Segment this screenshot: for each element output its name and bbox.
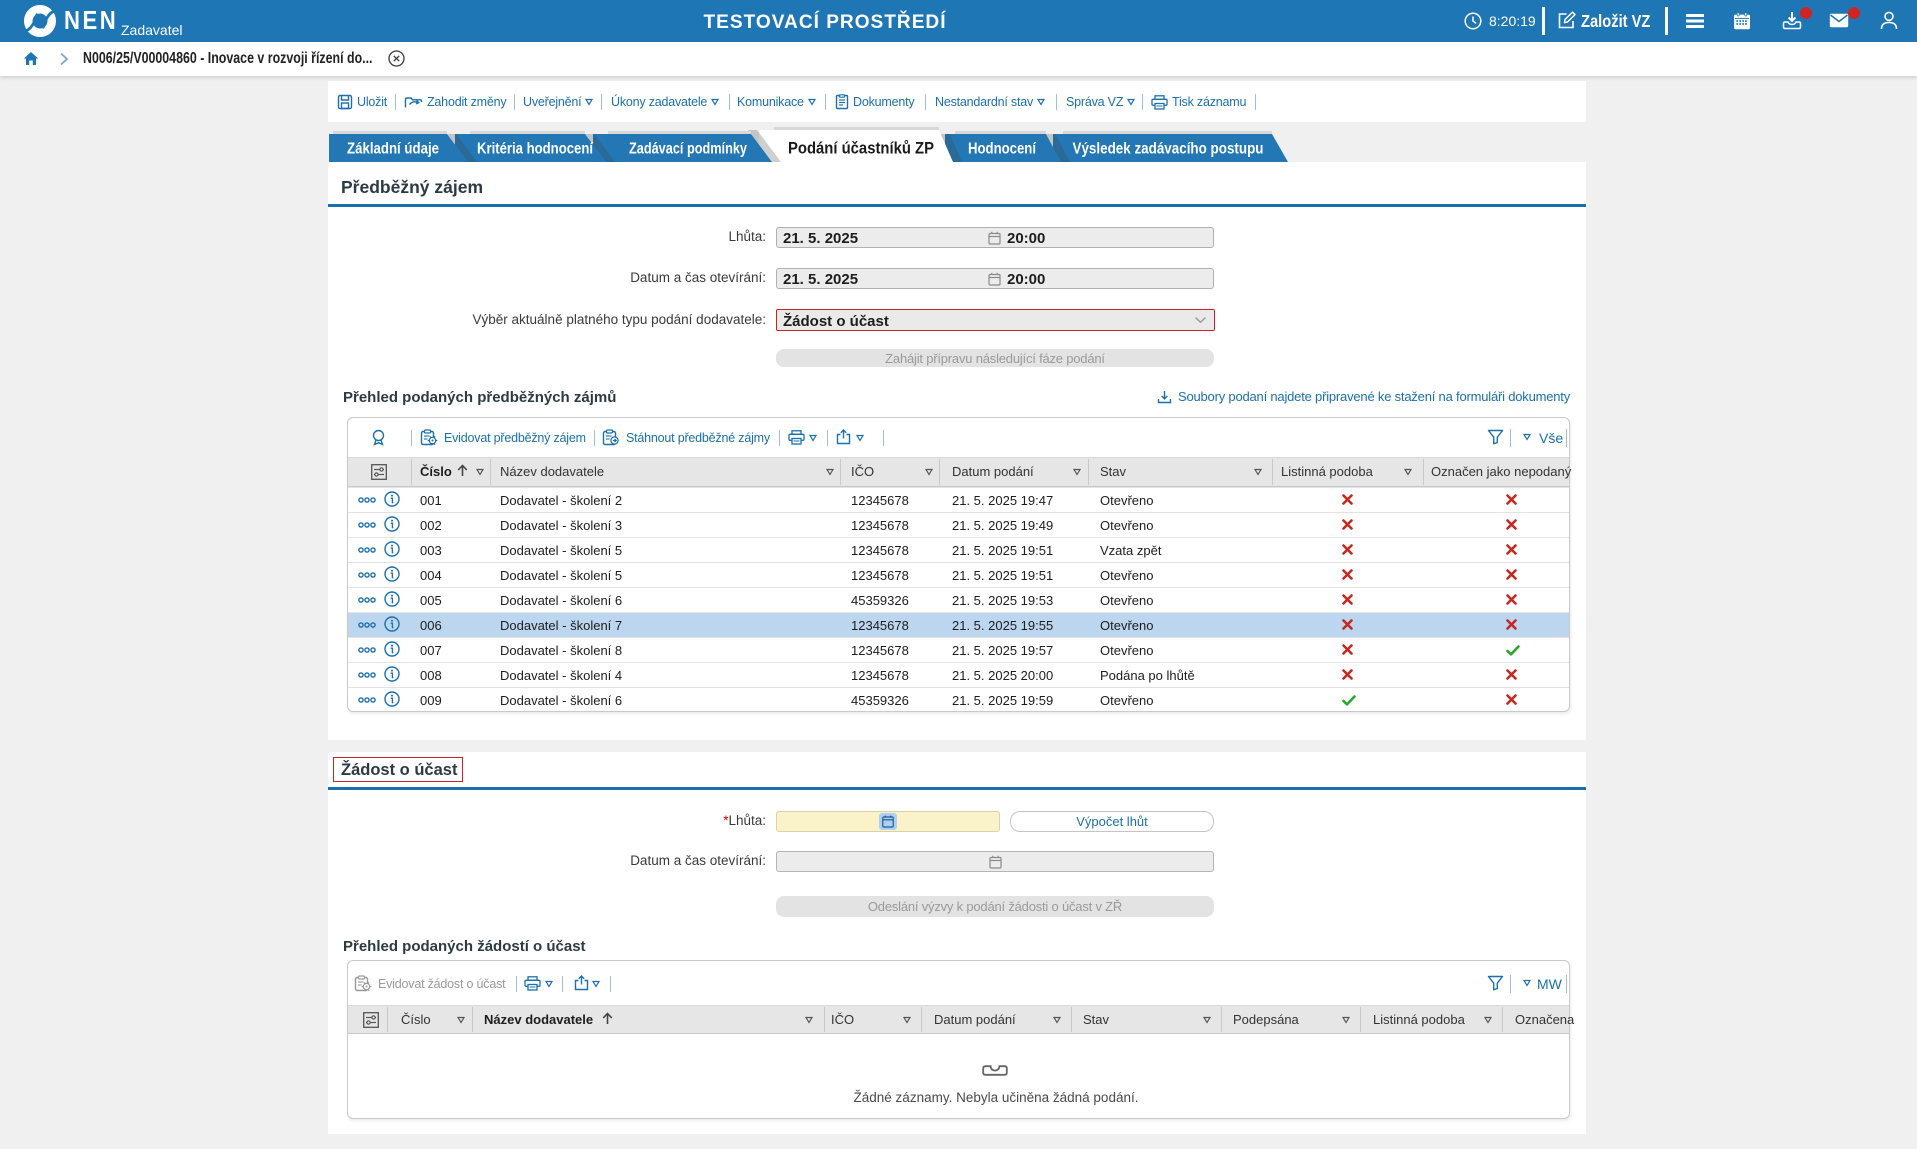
svg-text:Kritéria hodnocení: Kritéria hodnocení <box>477 141 594 158</box>
svg-text:Zadávací podmínky: Zadávací podmínky <box>629 141 747 158</box>
svg-text:Výsledek zadávacího postupu: Výsledek zadávacího postupu <box>1073 141 1264 158</box>
svg-text:Základní údaje: Základní údaje <box>347 141 439 158</box>
svg-text:Podání účastníků ZP: Podání účastníků ZP <box>788 140 934 158</box>
svg-text:Hodnocení: Hodnocení <box>968 141 1037 158</box>
